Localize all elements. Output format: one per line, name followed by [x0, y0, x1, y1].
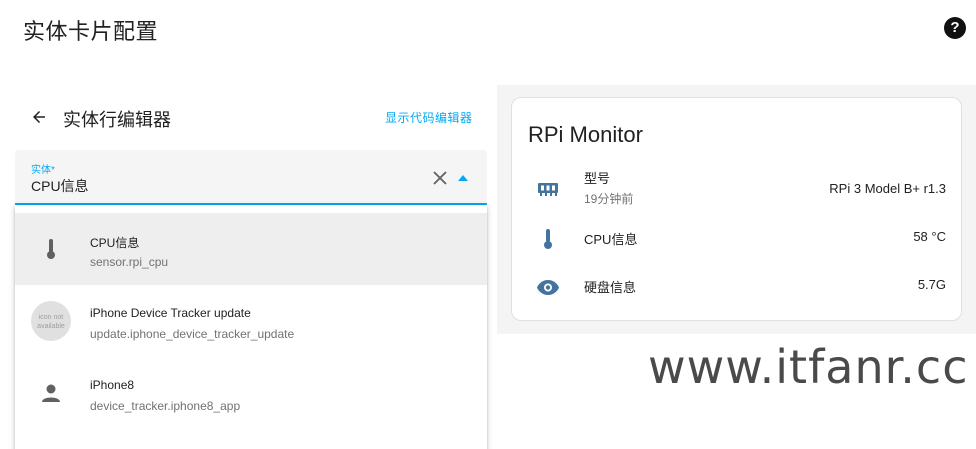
- entities-card-preview: RPi Monitor 型号 19分钟前 RPi 3 Model B+ r1.3…: [511, 97, 962, 321]
- card-title: RPi Monitor: [528, 122, 643, 147]
- entity-row-editor-header: 实体行编辑器 显示代码编辑器: [30, 104, 480, 132]
- avatar-placeholder-text: icon not available: [31, 301, 71, 341]
- list-item-name: iPhone8: [90, 378, 135, 392]
- entity-field-label: 实体*: [31, 165, 55, 176]
- list-item[interactable]: icon not available iPhone Device Tracker…: [15, 285, 487, 357]
- memory-board-icon: [538, 183, 558, 196]
- thermometer-icon: [544, 229, 552, 249]
- list-item-entity-id: device_tracker.iphone8_app: [90, 399, 241, 413]
- help-icon[interactable]: ?: [944, 17, 966, 39]
- editor-title: 实体行编辑器: [63, 110, 171, 130]
- caret-up-icon[interactable]: [458, 175, 468, 181]
- avatar: icon not available: [31, 301, 71, 341]
- card-row-name: 型号: [584, 171, 611, 186]
- card-row-name: CPU信息: [584, 232, 638, 247]
- card-row-value: 58 °C: [913, 229, 946, 244]
- card-row-model[interactable]: 型号 19分钟前 RPi 3 Model B+ r1.3: [512, 166, 963, 210]
- list-item[interactable]: CPU信息 sensor.rpi_cpu: [15, 213, 487, 285]
- card-row-cpu[interactable]: CPU信息 58 °C: [512, 220, 963, 264]
- show-code-editor-link[interactable]: 显示代码编辑器: [385, 109, 473, 126]
- entity-picker-field[interactable]: 实体* CPU信息: [15, 150, 487, 205]
- entity-field-value[interactable]: CPU信息: [31, 176, 89, 196]
- list-item-entity-id: sensor.rpi_cpu: [90, 255, 169, 269]
- eye-icon: [537, 280, 559, 295]
- account-icon: [42, 384, 60, 402]
- card-row-disk[interactable]: 硬盘信息 5.7G: [512, 268, 963, 312]
- list-item[interactable]: iPhone8 device_tracker.iphone8_app: [15, 357, 487, 429]
- card-row-value: RPi 3 Model B+ r1.3: [829, 181, 946, 196]
- dialog-title: 实体卡片配置: [23, 19, 159, 44]
- entity-dropdown-list: CPU信息 sensor.rpi_cpu icon not available …: [15, 205, 487, 449]
- arrow-left-icon[interactable]: [30, 108, 48, 126]
- card-row-secondary: 19分钟前: [584, 192, 634, 206]
- watermark: www.itfanr.cc: [648, 340, 969, 394]
- thermometer-icon: [47, 239, 55, 259]
- list-item-name: iPhone Device Tracker update: [90, 306, 251, 320]
- card-row-value: 5.7G: [917, 277, 946, 292]
- close-icon[interactable]: [433, 171, 447, 185]
- list-item-name: CPU信息: [90, 236, 140, 250]
- list-item-entity-id: update.iphone_device_tracker_update: [90, 327, 295, 341]
- card-row-name: 硬盘信息: [584, 280, 637, 295]
